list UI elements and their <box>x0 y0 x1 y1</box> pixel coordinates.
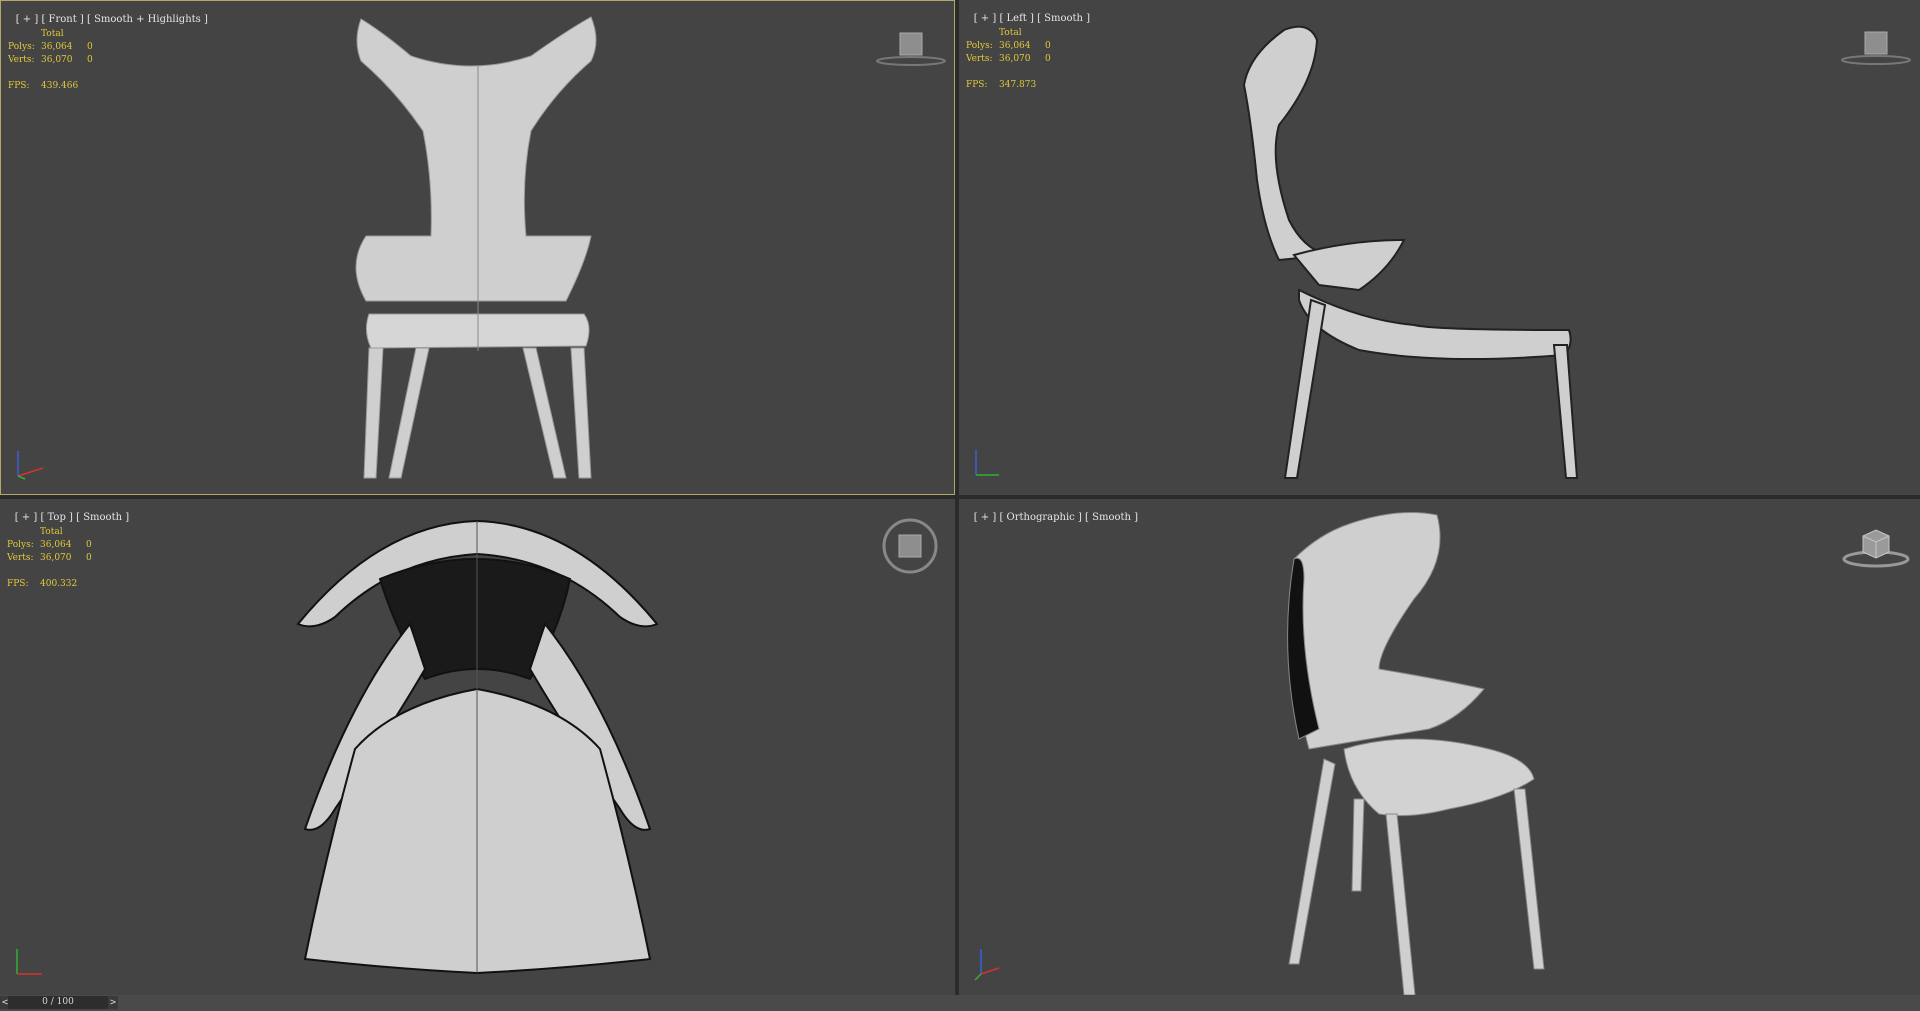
next-frame-button[interactable]: > <box>108 996 118 1009</box>
axis-tripod-icon <box>975 450 999 476</box>
axis-tripod-icon <box>974 949 1000 981</box>
viewport-top[interactable]: [ + ] [ Top ] [ Smooth ] Total Polys: 36,… <box>0 499 955 995</box>
time-slider-bar: < 0 / 100 > <box>0 995 1920 1011</box>
perspective-viewcube-icon[interactable] <box>1841 524 1911 569</box>
chair-model-left[interactable] <box>959 0 1920 495</box>
time-slider[interactable]: 0 / 100 <box>8 996 108 1009</box>
viewport-front[interactable]: [ + ] [ Front ] [ Smooth + Highlights ] … <box>0 0 955 495</box>
top-viewcube-icon[interactable] <box>875 517 945 575</box>
front-viewcube-icon[interactable] <box>876 29 946 69</box>
left-viewcube-icon[interactable] <box>1841 28 1911 68</box>
chair-model-front[interactable] <box>1 1 955 495</box>
chair-model-orthographic[interactable] <box>959 499 1920 995</box>
chair-model-top[interactable] <box>0 499 955 995</box>
viewport-orthographic[interactable]: [ + ] [ Orthographic ] [ Smooth ] <box>959 499 1920 995</box>
axis-tripod-icon <box>16 949 42 975</box>
viewport-left[interactable]: [ + ] [ Left ] [ Smooth ] Total Polys: 36… <box>959 0 1920 495</box>
axis-tripod-icon <box>17 451 44 480</box>
